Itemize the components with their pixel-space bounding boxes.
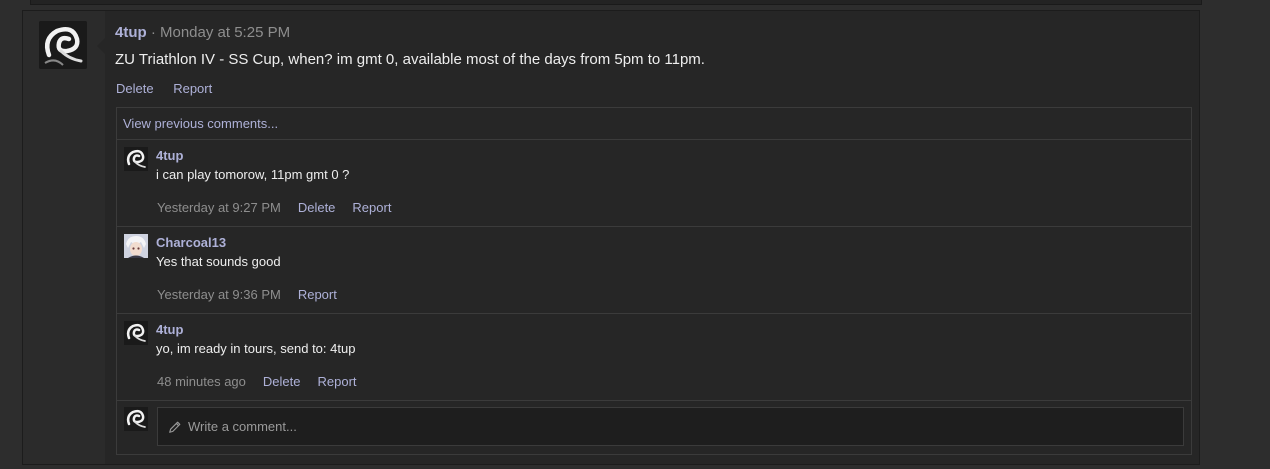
- logo-avatar-icon: [124, 407, 148, 431]
- comment-item: 4tup yo, im ready in tours, send to: 4tu…: [117, 314, 1191, 401]
- comments-panel: View previous comments... 4tup i can pla…: [116, 107, 1192, 455]
- avatar-pointer-arrow: [97, 37, 106, 55]
- post-actions: Delete Report: [116, 81, 228, 96]
- post-report-link[interactable]: Report: [173, 81, 212, 96]
- logo-avatar-icon: [39, 21, 87, 69]
- comment-report-link[interactable]: Report: [352, 200, 391, 215]
- comment-author-link[interactable]: Charcoal13: [156, 235, 226, 250]
- comment-meta: Yesterday at 9:27 PM Delete Report: [157, 200, 408, 215]
- comment-delete-link[interactable]: Delete: [298, 200, 336, 215]
- comment-meta: 48 minutes ago Delete Report: [157, 374, 374, 389]
- write-comment-placeholder: Write a comment...: [188, 419, 297, 434]
- comment-timestamp[interactable]: Yesterday at 9:36 PM: [157, 287, 281, 302]
- pencil-icon: [169, 421, 181, 433]
- comment-item: 4tup i can play tomorow, 11pm gmt 0 ? Ye…: [117, 140, 1191, 227]
- comment-text: yo, im ready in tours, send to: 4tup: [156, 341, 356, 356]
- view-previous-comments-link[interactable]: View previous comments...: [117, 108, 1191, 140]
- post-timestamp[interactable]: · Monday at 5:25 PM: [147, 24, 290, 41]
- comment-avatar[interactable]: [124, 147, 148, 171]
- comment-meta: Yesterday at 9:36 PM Report: [157, 287, 354, 302]
- comment-timestamp[interactable]: 48 minutes ago: [157, 374, 246, 389]
- profile-post: 4tup · Monday at 5:25 PM ZU Triathlon IV…: [22, 10, 1200, 465]
- author-avatar[interactable]: [39, 21, 87, 69]
- comment-text: Yes that sounds good: [156, 254, 281, 269]
- post-header: 4tup · Monday at 5:25 PM: [115, 24, 290, 41]
- write-comment-input[interactable]: Write a comment...: [157, 407, 1184, 446]
- comment-item: Charcoal13 Yes that sounds good Yesterda…: [117, 227, 1191, 314]
- comment-author-link[interactable]: 4tup: [156, 322, 183, 337]
- comment-report-link[interactable]: Report: [298, 287, 337, 302]
- post-message: ZU Triathlon IV - SS Cup, when? im gmt 0…: [115, 51, 705, 68]
- logo-avatar-icon: [124, 321, 148, 345]
- post-delete-link[interactable]: Delete: [116, 81, 154, 96]
- logo-avatar-icon: [124, 147, 148, 171]
- post-avatar-column: [23, 11, 106, 464]
- comment-text: i can play tomorow, 11pm gmt 0 ?: [156, 167, 350, 182]
- comment-avatar[interactable]: [124, 234, 148, 258]
- comment-report-link[interactable]: Report: [317, 374, 356, 389]
- current-user-avatar: [124, 407, 148, 431]
- post-author-link[interactable]: 4tup: [115, 24, 147, 41]
- previous-post-edge: [30, 0, 1202, 5]
- comment-author-link[interactable]: 4tup: [156, 148, 183, 163]
- anime-avatar-icon: [124, 234, 148, 258]
- comment-delete-link[interactable]: Delete: [263, 374, 301, 389]
- write-comment-row: Write a comment...: [117, 401, 1191, 448]
- comment-timestamp[interactable]: Yesterday at 9:27 PM: [157, 200, 281, 215]
- comment-avatar[interactable]: [124, 321, 148, 345]
